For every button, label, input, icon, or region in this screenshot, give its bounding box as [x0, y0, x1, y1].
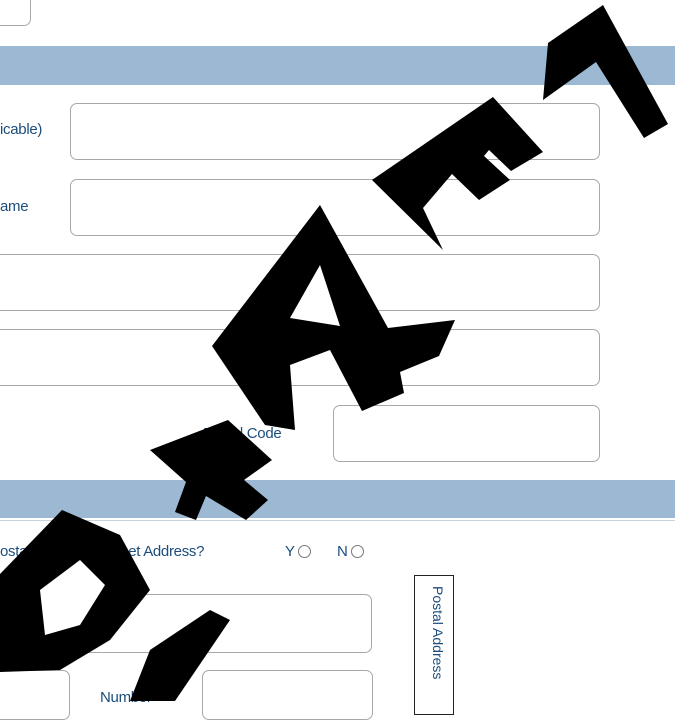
postal-address-left-input[interactable] [0, 670, 70, 720]
postal-address-side-tab[interactable]: Postal Address [414, 575, 454, 715]
yes-label: Y [285, 543, 295, 560]
applicable-field-input[interactable] [70, 103, 600, 160]
no-label: N [337, 543, 348, 560]
postal-code-input[interactable] [333, 405, 600, 462]
name-field-input[interactable] [70, 179, 600, 236]
yes-radio[interactable] [298, 545, 311, 558]
number-input[interactable] [202, 670, 373, 720]
postal-code-label: Postal Code [203, 425, 282, 442]
number-label: Number [100, 689, 152, 706]
field-label-applicable: icable) [0, 121, 43, 138]
watermark-letter-a [212, 205, 455, 430]
address-line-input[interactable] [0, 254, 600, 311]
field-label-name: ame [0, 198, 29, 215]
no-radio[interactable] [351, 545, 364, 558]
postal-address-input[interactable] [0, 594, 372, 653]
section-header-bar-2 [0, 480, 675, 518]
section-header-bar [0, 46, 675, 85]
top-partial-input[interactable] [0, 0, 31, 26]
section-divider [0, 520, 675, 521]
postal-address-tab-label: Postal Address [430, 586, 446, 680]
address-line-2-input[interactable] [0, 329, 600, 386]
street-address-question: ostal Address a Street Address? [0, 543, 205, 560]
